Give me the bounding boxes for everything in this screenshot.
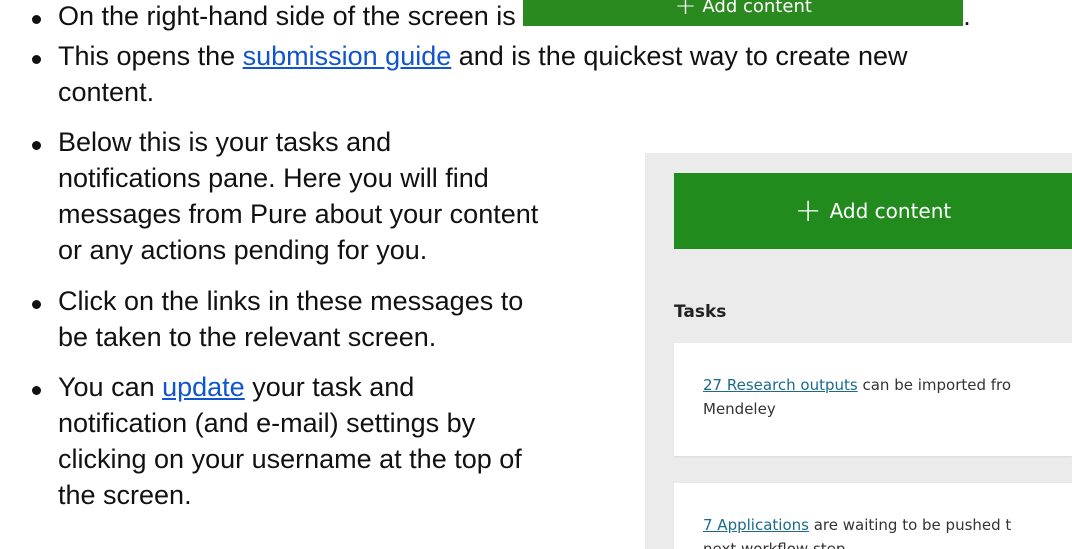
add-content-button[interactable]: + Add content: [674, 173, 1072, 249]
task-text-line2: next workflow step: [703, 540, 846, 549]
bullet-dot: [32, 300, 41, 309]
bullet-line: notifications pane. Here you will find: [58, 163, 489, 193]
task-card: 7 Applications are waiting to be pushed …: [674, 483, 1072, 549]
task-text-line2: Mendeley: [703, 400, 776, 418]
period: .: [963, 1, 971, 31]
bullet-line: content.: [58, 77, 155, 107]
bullet-line: messages from Pure about your content: [58, 199, 539, 229]
bullet-text: On the right-hand side of the screen is …: [58, 0, 971, 34]
plus-icon: +: [674, 0, 697, 21]
research-outputs-link[interactable]: 27 Research outputs: [703, 376, 858, 394]
bullet-text: You can update your task and: [58, 369, 414, 405]
bullet-line: Below this is your tasks and: [58, 127, 392, 157]
plus-icon: +: [794, 191, 822, 229]
bullet-text-after: your task and: [244, 372, 415, 402]
tasks-heading: Tasks: [674, 302, 727, 322]
add-content-label: Add content: [829, 199, 952, 223]
bullet-text-before: You can: [58, 372, 163, 402]
add-content-label: Add content: [702, 0, 812, 17]
bullet-text-after: and is the quickest way to create new: [451, 41, 908, 71]
bullet-line: the screen.: [58, 480, 192, 510]
bullet-line: On the right-hand side of the screen is: [58, 1, 516, 31]
task-text: 7 Applications are waiting to be pushed …: [703, 513, 1072, 549]
bullet-line: Click on the links in these messages to: [58, 286, 524, 316]
bullet-line: or any actions pending for you.: [58, 235, 428, 265]
bullet-text: This opens the submission guide and is t…: [58, 38, 908, 74]
task-text-rest: can be imported fro: [857, 376, 1012, 394]
bullet-line: notification (and e-mail) settings by: [58, 408, 476, 438]
bullet-dot: [32, 15, 41, 24]
bullet-line: clicking on your username at the top of: [58, 444, 522, 474]
submission-guide-link[interactable]: submission guide: [243, 41, 452, 71]
bullet-line: be taken to the relevant screen.: [58, 322, 437, 352]
bullet-text-before: This opens the: [58, 41, 243, 71]
update-link[interactable]: update: [162, 372, 245, 402]
applications-link[interactable]: 7 Applications: [703, 516, 809, 534]
task-text: 27 Research outputs can be imported fro …: [703, 373, 1072, 421]
tasks-pane-screenshot: + Add content Tasks 27 Research outputs …: [645, 153, 1072, 549]
bullet-dot: [32, 141, 41, 150]
bullet-dot: [32, 386, 41, 395]
task-text-rest: are waiting to be pushed t: [808, 516, 1012, 534]
bullet-dot: [32, 55, 41, 64]
task-card: 27 Research outputs can be imported fro …: [674, 343, 1072, 456]
add-content-button-inline[interactable]: + Add content: [523, 0, 964, 26]
